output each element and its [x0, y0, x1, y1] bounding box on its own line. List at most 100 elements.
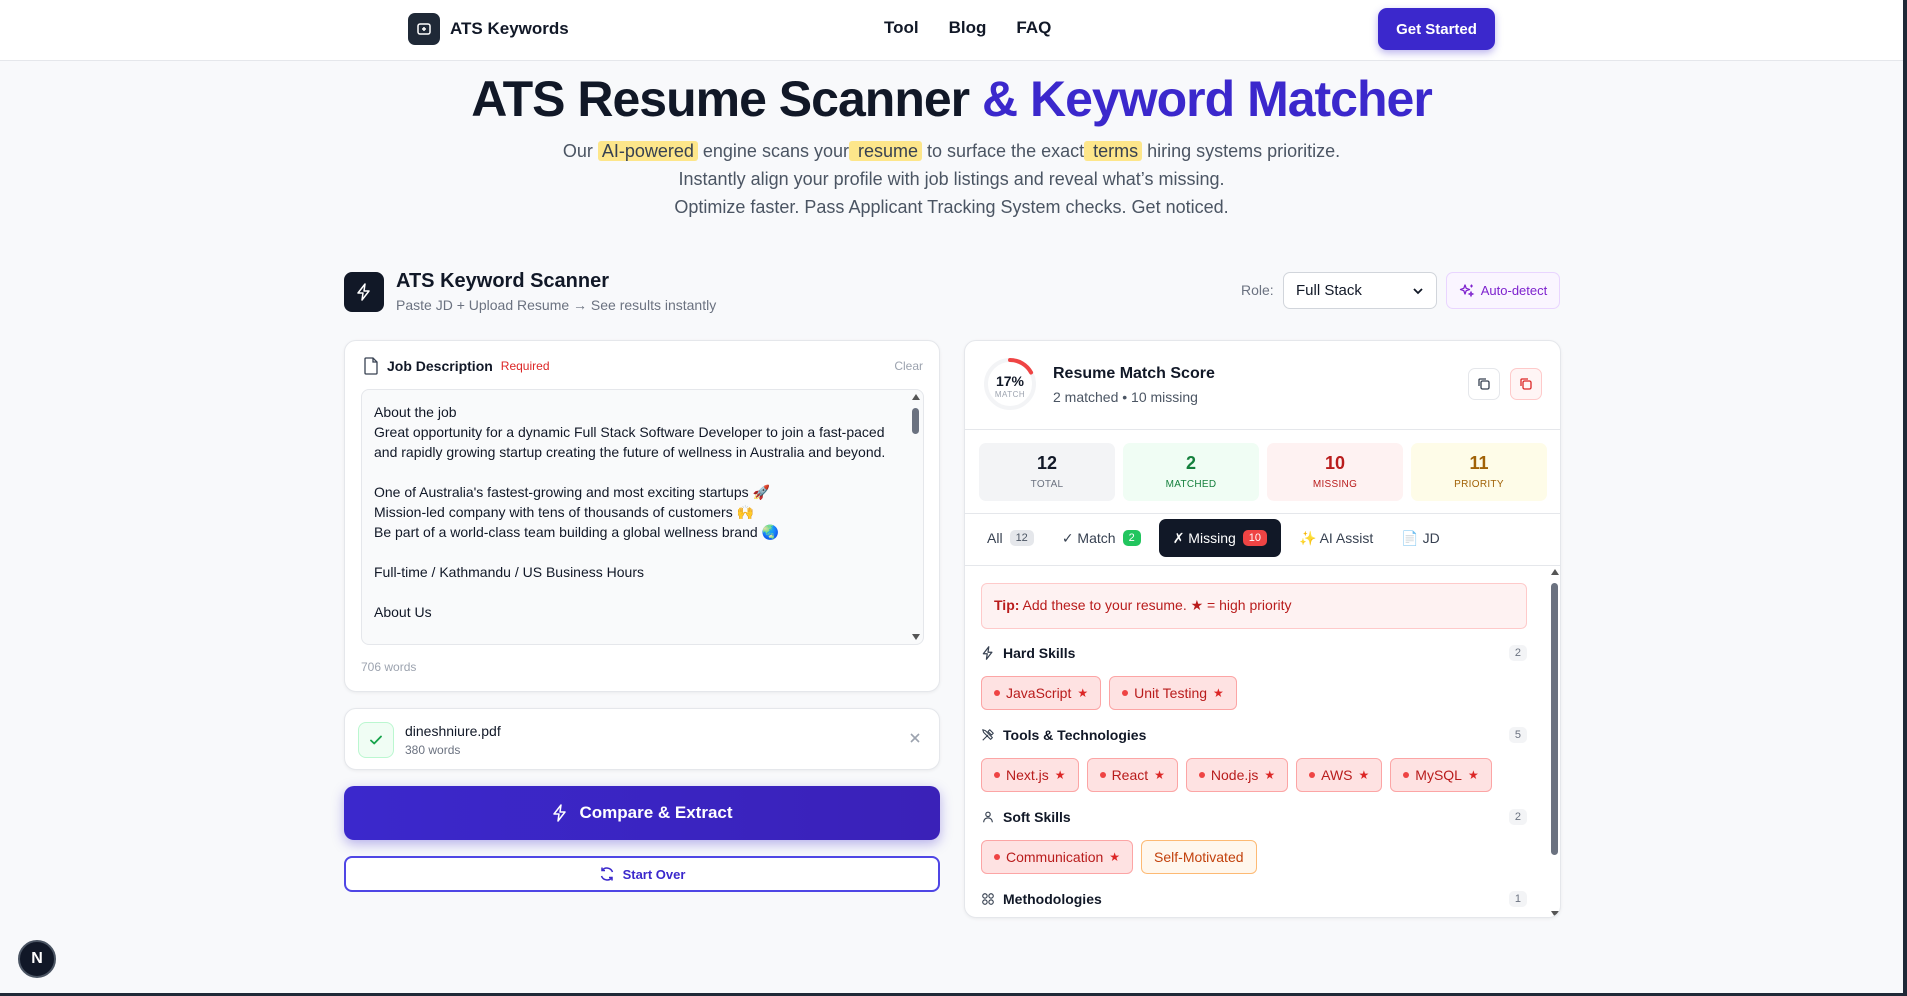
keyword-chip[interactable]: AWS ★ — [1296, 758, 1383, 792]
file-word-count: 380 words — [405, 743, 461, 757]
stat-matched-num: 2 — [1185, 453, 1196, 473]
tab-missing-count: 10 — [1242, 530, 1268, 546]
keyword-chip[interactable]: MySQL ★ — [1390, 758, 1492, 792]
job-description-textarea[interactable]: About the job Great opportunity for a dy… — [361, 389, 924, 645]
get-started-button[interactable]: Get Started — [1378, 8, 1495, 50]
score-title: Resume Match Score — [1053, 365, 1215, 382]
sparkles-icon — [1459, 283, 1475, 297]
hero-title: ATS Resume Scanner & Keyword Matcher — [0, 70, 1903, 128]
tab-ai-assist[interactable]: ✨ AI Assist — [1289, 519, 1383, 557]
keyword-chip[interactable]: Self-Motivated — [1141, 840, 1257, 874]
section-methodologies: Methodologies 1 — [981, 888, 1527, 910]
tab-missing[interactable]: ✗ Missing 10 — [1158, 519, 1282, 557]
keyword-chip[interactable]: JavaScript ★ — [981, 676, 1102, 710]
hero-description: Our AI-powered engine scans your resume … — [0, 137, 1903, 221]
compare-extract-button[interactable]: Compare & Extract — [344, 786, 940, 840]
stat-matched-label: MATCHED — [1165, 479, 1217, 490]
stat-missing-label: MISSING — [1312, 479, 1358, 490]
scroll-down-icon[interactable] — [912, 634, 920, 640]
stat-priority: 11 PRIORITY — [1411, 443, 1547, 501]
section-title: Methodologies — [1003, 891, 1102, 907]
copy-icon — [1478, 378, 1490, 390]
missing-dot-icon — [1403, 772, 1410, 778]
nav-link-tool[interactable]: Tool — [884, 18, 919, 38]
keyword-label: Communication — [1006, 849, 1104, 865]
start-over-button[interactable]: Start Over — [344, 856, 940, 892]
section-count: 2 — [1508, 645, 1527, 661]
list-scrollbar[interactable] — [1548, 567, 1560, 917]
divider — [965, 565, 1560, 566]
lightning-icon — [982, 646, 993, 660]
scrollbar-thumb[interactable] — [912, 408, 919, 434]
keyword-label: React — [1111, 767, 1149, 783]
scanner-subtitle: Paste JD + Upload Resume → See results i… — [396, 297, 717, 313]
keyword-chip[interactable]: Next.js ★ — [981, 758, 1079, 792]
brand[interactable]: ATS Keywords — [408, 13, 569, 45]
brand-logo-icon — [408, 13, 440, 45]
auto-detect-button[interactable]: Auto-detect — [1446, 272, 1560, 309]
hero-text: engine scans your — [697, 141, 849, 161]
window-border — [1903, 0, 1907, 996]
nav-link-faq[interactable]: FAQ — [1016, 18, 1051, 38]
tab-all[interactable]: All 12 — [977, 519, 1044, 557]
tip-prefix: Tip: — [994, 597, 1020, 613]
keyword-label: JavaScript — [1006, 685, 1072, 701]
hero-line-2: Instantly align your profile with job li… — [678, 169, 1225, 189]
app-frame: ATS Keywords Tool Blog FAQ Get Started A… — [0, 0, 1907, 996]
tab-match[interactable]: ✓ Match 2 — [1052, 519, 1151, 557]
clear-button[interactable]: Clear — [894, 359, 923, 373]
scroll-up-icon[interactable] — [912, 394, 920, 400]
resume-file-card: dineshniure.pdf 380 words — [344, 708, 940, 770]
scanner-title: ATS Keyword Scanner — [396, 270, 610, 292]
document-icon — [364, 357, 378, 375]
divider — [965, 513, 1560, 514]
section-count: 5 — [1508, 727, 1527, 743]
section-hard-skills: Hard Skills 2 JavaScript ★ Unit Testing ★ — [981, 642, 1527, 710]
keyword-chip[interactable]: React ★ — [1086, 758, 1178, 792]
missing-dot-icon — [994, 772, 1000, 778]
jd-required-label: Required — [500, 359, 550, 373]
hero-title-main: ATS Resume Scanner — [471, 71, 970, 127]
keyword-chip[interactable]: Node.js ★ — [1185, 758, 1289, 792]
missing-dot-icon — [1198, 772, 1205, 778]
priority-star-icon: ★ — [1054, 768, 1066, 782]
check-icon — [358, 722, 394, 758]
role-select-value: Full Stack — [1296, 282, 1362, 299]
tip-text: Add these to your resume. ★ = high prior… — [1019, 597, 1292, 613]
keyword-label: Next.js — [1006, 767, 1049, 783]
copy-missing-button[interactable] — [1510, 368, 1542, 400]
scroll-up-icon[interactable] — [1551, 569, 1559, 575]
keyword-label: Node.js — [1210, 767, 1259, 783]
section-count: 1 — [1508, 891, 1527, 907]
copy-button[interactable] — [1468, 368, 1500, 400]
brand-name: ATS Keywords — [450, 19, 569, 38]
score-ring-label: MATCH — [994, 390, 1026, 399]
hero-text: hiring systems prioritize. — [1142, 141, 1341, 161]
scroll-down-icon[interactable] — [1551, 911, 1559, 917]
hero-title-accent: & Keyword Matcher — [969, 71, 1433, 127]
tab-all-label: All — [987, 530, 1003, 546]
section-soft-skills: Soft Skills 2 Communication ★ Self-Motiva… — [981, 806, 1527, 874]
tab-jd[interactable]: 📄 JD — [1391, 519, 1449, 557]
missing-dot-icon — [1309, 772, 1316, 778]
nav-link-blog[interactable]: Blog — [949, 18, 987, 38]
priority-star-icon: ★ — [1264, 768, 1276, 782]
role-select[interactable]: Full Stack — [1283, 272, 1437, 309]
priority-star-icon: ★ — [1213, 686, 1224, 700]
scrollbar-thumb[interactable] — [1551, 583, 1558, 855]
score-detail: 2 matched • 10 missing — [1053, 389, 1198, 405]
highlight-ai-powered: AI-powered — [597, 141, 698, 161]
keyword-chip[interactable]: Communication ★ — [981, 840, 1134, 874]
jd-scrollbar[interactable] — [909, 392, 921, 642]
hero-line-3: Optimize faster. Pass Applicant Tracking… — [674, 197, 1229, 217]
stat-priority-label: PRIORITY — [1454, 479, 1504, 490]
missing-keywords-list[interactable]: Tip: Add these to your resume. ★ = high … — [965, 567, 1560, 917]
nextjs-dev-badge[interactable]: N — [18, 940, 56, 978]
job-description-text: About the job Great opportunity for a dy… — [374, 404, 886, 620]
remove-file-close-icon[interactable] — [909, 729, 921, 747]
keyword-label: Self-Motivated — [1154, 849, 1244, 865]
tab-jd-label: 📄 JD — [1401, 529, 1440, 546]
refresh-icon — [600, 867, 613, 881]
hero-line-1: Our AI-powered engine scans your resume … — [0, 137, 1903, 165]
keyword-chip[interactable]: Unit Testing ★ — [1109, 676, 1237, 710]
